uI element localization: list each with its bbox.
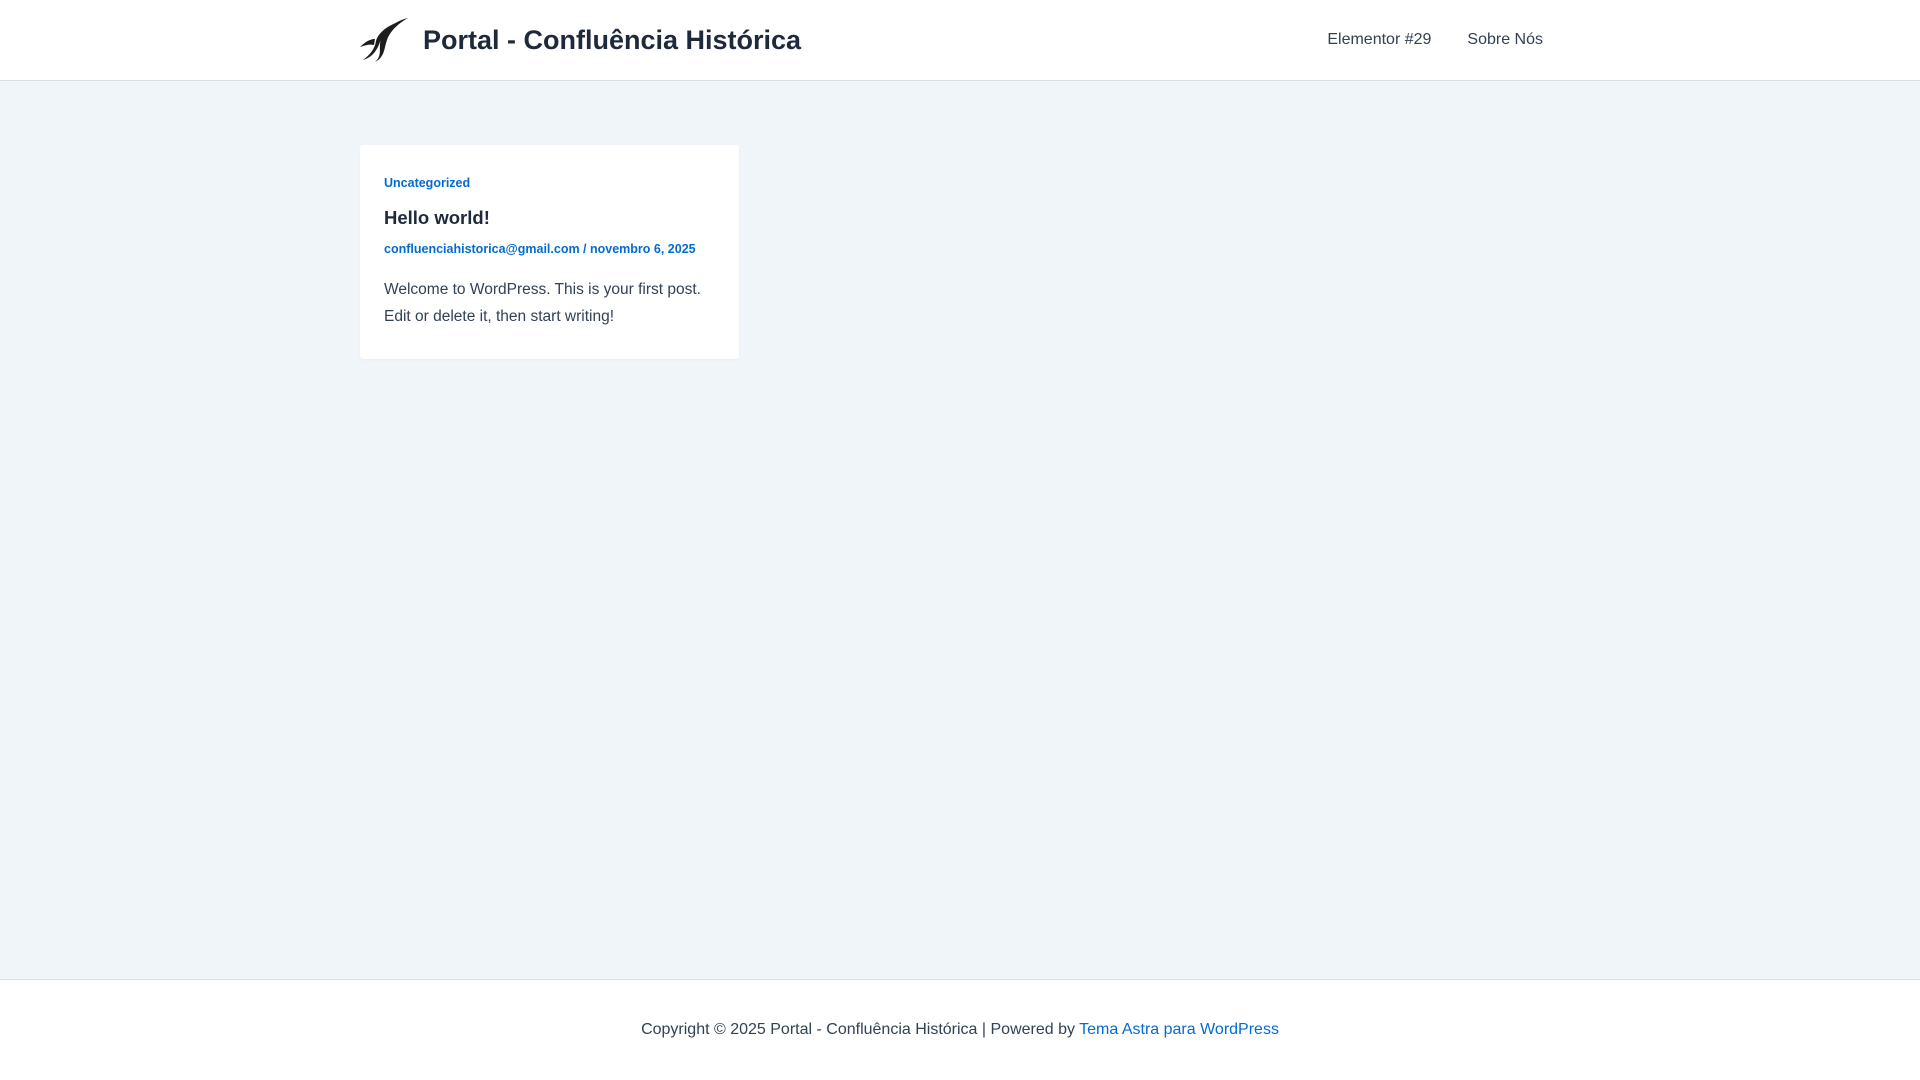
footer-copyright: Copyright © 2025 Portal - Confluência Hi… (0, 1020, 1920, 1040)
post-title-link[interactable]: Hello world! (384, 205, 715, 231)
theme-credit-link[interactable]: Tema Astra para WordPress (1079, 1021, 1279, 1038)
nav-item-sobre-nos[interactable]: Sobre Nós (1467, 31, 1543, 49)
site-title[interactable]: Portal - Confluência Histórica (423, 25, 801, 56)
post-excerpt: Welcome to WordPress. This is your first… (384, 281, 701, 325)
site-logo-icon[interactable] (359, 17, 409, 63)
post-date: novembro 6, 2025 (590, 242, 696, 256)
post-author-link[interactable]: confluenciahistorica@gmail.com (384, 242, 580, 256)
copyright-text: Copyright © 2025 Portal - Confluência Hi… (641, 1021, 1080, 1038)
site-footer: Copyright © 2025 Portal - Confluência Hi… (0, 979, 1920, 1080)
main-content: Uncategorized Hello world! confluenciahi… (0, 81, 1920, 979)
site-header: Portal - Confluência Histórica Elementor… (0, 0, 1920, 81)
logo-swoosh-icon (360, 18, 408, 62)
post-card: Uncategorized Hello world! confluenciahi… (360, 145, 739, 359)
header-inner: Portal - Confluência Histórica Elementor… (359, 0, 1543, 80)
site-branding: Portal - Confluência Histórica (359, 17, 801, 63)
meta-separator: / (579, 242, 590, 256)
primary-navigation: Elementor #29 Sobre Nós (1291, 31, 1543, 49)
nav-item-elementor-29[interactable]: Elementor #29 (1327, 31, 1431, 49)
post-meta: confluenciahistorica@gmail.com / novembr… (384, 240, 715, 258)
post-category-link[interactable]: Uncategorized (384, 175, 715, 191)
